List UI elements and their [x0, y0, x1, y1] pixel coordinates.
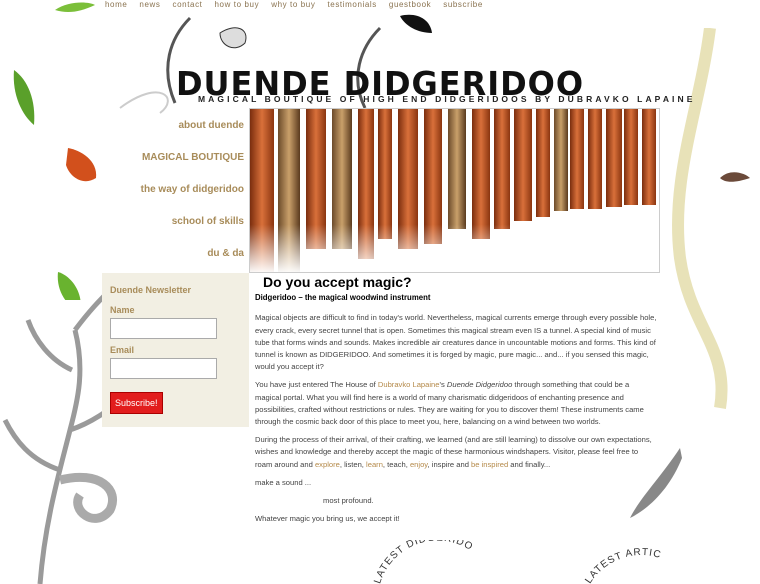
paragraph-2-text: You have just entered The House of: [255, 380, 378, 390]
sidebar-item-du-da[interactable]: du & da: [100, 240, 244, 272]
didgeridoo-illustration: [250, 109, 659, 272]
nav-subscribe[interactable]: subscribe: [443, 0, 483, 9]
paragraph-3-text: , inspire and: [427, 459, 472, 469]
paragraph-2-text: 's: [439, 380, 447, 390]
paragraph-3-text: and finally...: [508, 459, 551, 469]
link-enjoy[interactable]: enjoy: [410, 460, 428, 469]
email-label: Email: [110, 345, 135, 355]
nav-contact[interactable]: contact: [173, 0, 203, 9]
link-learn[interactable]: learn: [366, 460, 383, 469]
name-label: Name: [110, 305, 135, 315]
paragraph-4: make a sound ...: [255, 477, 312, 487]
badge-latest-didgeridoos[interactable]: LATEST DIDGERIDOOS: [370, 540, 475, 584]
page-title: Do you accept magic?: [263, 274, 412, 290]
newsletter-title: Duende Newsletter: [110, 285, 192, 295]
sidebar-item-school[interactable]: school of skills: [100, 208, 244, 240]
paragraph-5: most profound.: [323, 496, 374, 506]
sidebar-item-about[interactable]: about duende: [100, 112, 244, 144]
nav-home[interactable]: home: [105, 0, 127, 9]
link-explore[interactable]: explore: [315, 460, 340, 469]
nav-testimonials[interactable]: testimonials: [327, 0, 376, 9]
sidebar-item-way[interactable]: the way of didgeridoo: [100, 176, 244, 208]
footer-badges: LATEST DIDGERIDOOS LATEST ARTICLES: [370, 540, 663, 584]
paragraph-3: During the process of their arrival, of …: [255, 434, 657, 471]
leaf-decoration: [13, 2, 97, 300]
didgeridoo-banner-image: [249, 108, 660, 273]
sidebar-item-boutique[interactable]: MAGICAL BOUTIQUE: [100, 144, 244, 176]
link-dubravko-lapaine[interactable]: Dubravko Lapaine: [378, 380, 440, 389]
paragraph-3-text: , teach,: [382, 459, 410, 469]
nav-why-to-buy[interactable]: why to buy: [271, 0, 315, 9]
paragraph-1: Magical objects are difficult to find in…: [255, 313, 657, 372]
email-field[interactable]: [110, 358, 217, 379]
nav-guestbook[interactable]: guestbook: [389, 0, 431, 9]
paragraph-3-text: , listen,: [339, 459, 367, 469]
side-navigation: about duende MAGICAL BOUTIQUE the way of…: [100, 112, 244, 272]
article-subheading: Didgeridoo – the magical woodwind instru…: [255, 293, 431, 303]
main-article: Do you accept magic? Didgeridoo – the ma…: [255, 274, 657, 531]
subscribe-button[interactable]: Subscribe!: [110, 392, 163, 414]
badge-latest-articles[interactable]: LATEST ARTICLES: [370, 540, 663, 584]
top-navigation: home news contact how to buy why to buy …: [105, 0, 483, 9]
nav-how-to-buy[interactable]: how to buy: [215, 0, 260, 9]
paragraph-2-emphasis: Duende Didgeridoo: [446, 380, 513, 390]
paragraph-6: Whatever magic you bring us, we accept i…: [255, 514, 400, 524]
newsletter-form: Duende Newsletter Name Email Subscribe!: [102, 273, 249, 427]
paragraph-2: You have just entered The House of Dubra…: [255, 379, 657, 428]
site-logo-subtitle: MAGICAL BOUTIQUE OF HIGH END DIDGERIDOOS…: [198, 94, 696, 104]
link-be-inspired[interactable]: be inspired: [471, 460, 508, 469]
name-field[interactable]: [110, 318, 217, 339]
nav-news[interactable]: news: [139, 0, 160, 9]
